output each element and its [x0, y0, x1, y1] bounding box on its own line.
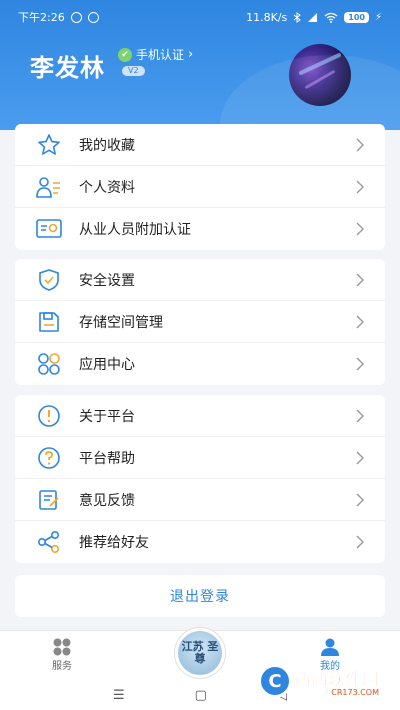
- shield-icon: [35, 266, 63, 294]
- logout-button[interactable]: 退出登录: [15, 575, 385, 617]
- profile-card-icon: [35, 173, 63, 201]
- home-icon[interactable]: ▢: [195, 688, 207, 703]
- menu-card-about: 关于平台 平台帮助 意见反馈 推荐给好友: [15, 395, 385, 563]
- profile-header: 下午2:26 11.8K/s 100 ⚡ 李发林 ✔ 手机认证 › V2: [0, 0, 400, 195]
- menu-label: 平台帮助: [79, 450, 135, 467]
- chevron-right-icon: [356, 222, 364, 236]
- notification-icon-2: [87, 11, 99, 23]
- menu-item-help[interactable]: 平台帮助: [15, 437, 385, 479]
- nav-tab-service[interactable]: 服务: [52, 637, 72, 672]
- star-icon: [35, 131, 63, 159]
- signal-icon: [308, 12, 318, 22]
- menu-card-personal: 我的收藏 个人资料 从业人员附加认证: [15, 124, 385, 250]
- menu-item-certification[interactable]: 从业人员附加认证: [15, 208, 385, 250]
- verify-label: 手机认证: [136, 48, 185, 62]
- chevron-right-icon: ›: [188, 47, 194, 62]
- menu-item-about[interactable]: 关于平台: [15, 395, 385, 437]
- watermark-sub: CR173.COM: [331, 688, 379, 697]
- chevron-right-icon: [356, 357, 364, 371]
- battery-icon: 100: [344, 11, 369, 23]
- menu-label: 我的收藏: [79, 137, 135, 154]
- user-name: 李发林: [30, 54, 105, 82]
- menu-label: 个人资料: [79, 179, 135, 196]
- center-logo-text: 江苏 圣尊: [178, 631, 222, 675]
- verified-check-icon: ✔: [118, 47, 132, 62]
- network-speed: 11.8K/s: [246, 10, 288, 24]
- chevron-right-icon: [356, 535, 364, 549]
- menu-item-favorites[interactable]: 我的收藏: [15, 124, 385, 166]
- avatar[interactable]: [289, 44, 351, 106]
- info-icon: [35, 402, 63, 430]
- chevron-right-icon: [356, 273, 364, 286]
- menu-item-recommend[interactable]: 推荐给好友: [15, 521, 385, 563]
- menu-label: 存储空间管理: [79, 314, 163, 331]
- menu-label: 关于平台: [79, 408, 135, 425]
- menu-label: 安全设置: [79, 272, 135, 289]
- menu-label: 应用中心: [79, 357, 135, 373]
- chevron-right-icon: [356, 138, 364, 151]
- chevron-right-icon: [356, 451, 364, 464]
- phone-verify-link[interactable]: ✔ 手机认证 ›: [118, 46, 193, 63]
- watermark-text: 西西软件园: [294, 670, 380, 691]
- certificate-icon: [35, 215, 63, 243]
- menu-item-app-center[interactable]: 应用中心: [15, 343, 385, 385]
- help-icon: [35, 444, 63, 472]
- menu-item-security[interactable]: 安全设置: [15, 259, 385, 301]
- share-icon: [35, 528, 63, 556]
- save-disk-icon: [35, 308, 63, 336]
- wifi-icon: [324, 12, 338, 23]
- charging-icon: ⚡: [374, 11, 382, 23]
- chevron-right-icon: [356, 180, 364, 193]
- chevron-right-icon: [356, 409, 364, 422]
- apps-grid-icon: [35, 350, 63, 378]
- watermark-logo: C 西西软件园 CR173.COM: [258, 660, 398, 702]
- chevron-right-icon: [356, 493, 364, 506]
- status-time: 下午2:26: [18, 11, 65, 24]
- service-grid-icon: [53, 638, 71, 656]
- user-icon: [321, 638, 339, 656]
- status-bar: 下午2:26 11.8K/s 100 ⚡: [0, 0, 400, 34]
- watermark-c-icon: C: [258, 664, 292, 698]
- menu-label: 意见反馈: [79, 492, 135, 509]
- menu-label: 从业人员附加认证: [79, 222, 191, 238]
- menu-item-storage[interactable]: 存储空间管理: [15, 301, 385, 343]
- nav-label: 服务: [52, 661, 72, 672]
- menu-item-profile[interactable]: 个人资料: [15, 166, 385, 208]
- level-badge: V2: [122, 66, 145, 76]
- chevron-right-icon: [356, 315, 364, 328]
- feedback-icon: [35, 486, 63, 514]
- menu-label: 推荐给好友: [79, 535, 149, 551]
- menu-card-settings: 安全设置 存储空间管理 应用中心: [15, 259, 385, 385]
- notification-icon: [70, 11, 82, 23]
- menu-item-feedback[interactable]: 意见反馈: [15, 479, 385, 521]
- bluetooth-icon: [293, 11, 302, 23]
- nav-center-logo[interactable]: 江苏 圣尊: [174, 627, 226, 679]
- menu-icon[interactable]: ☰: [113, 688, 125, 703]
